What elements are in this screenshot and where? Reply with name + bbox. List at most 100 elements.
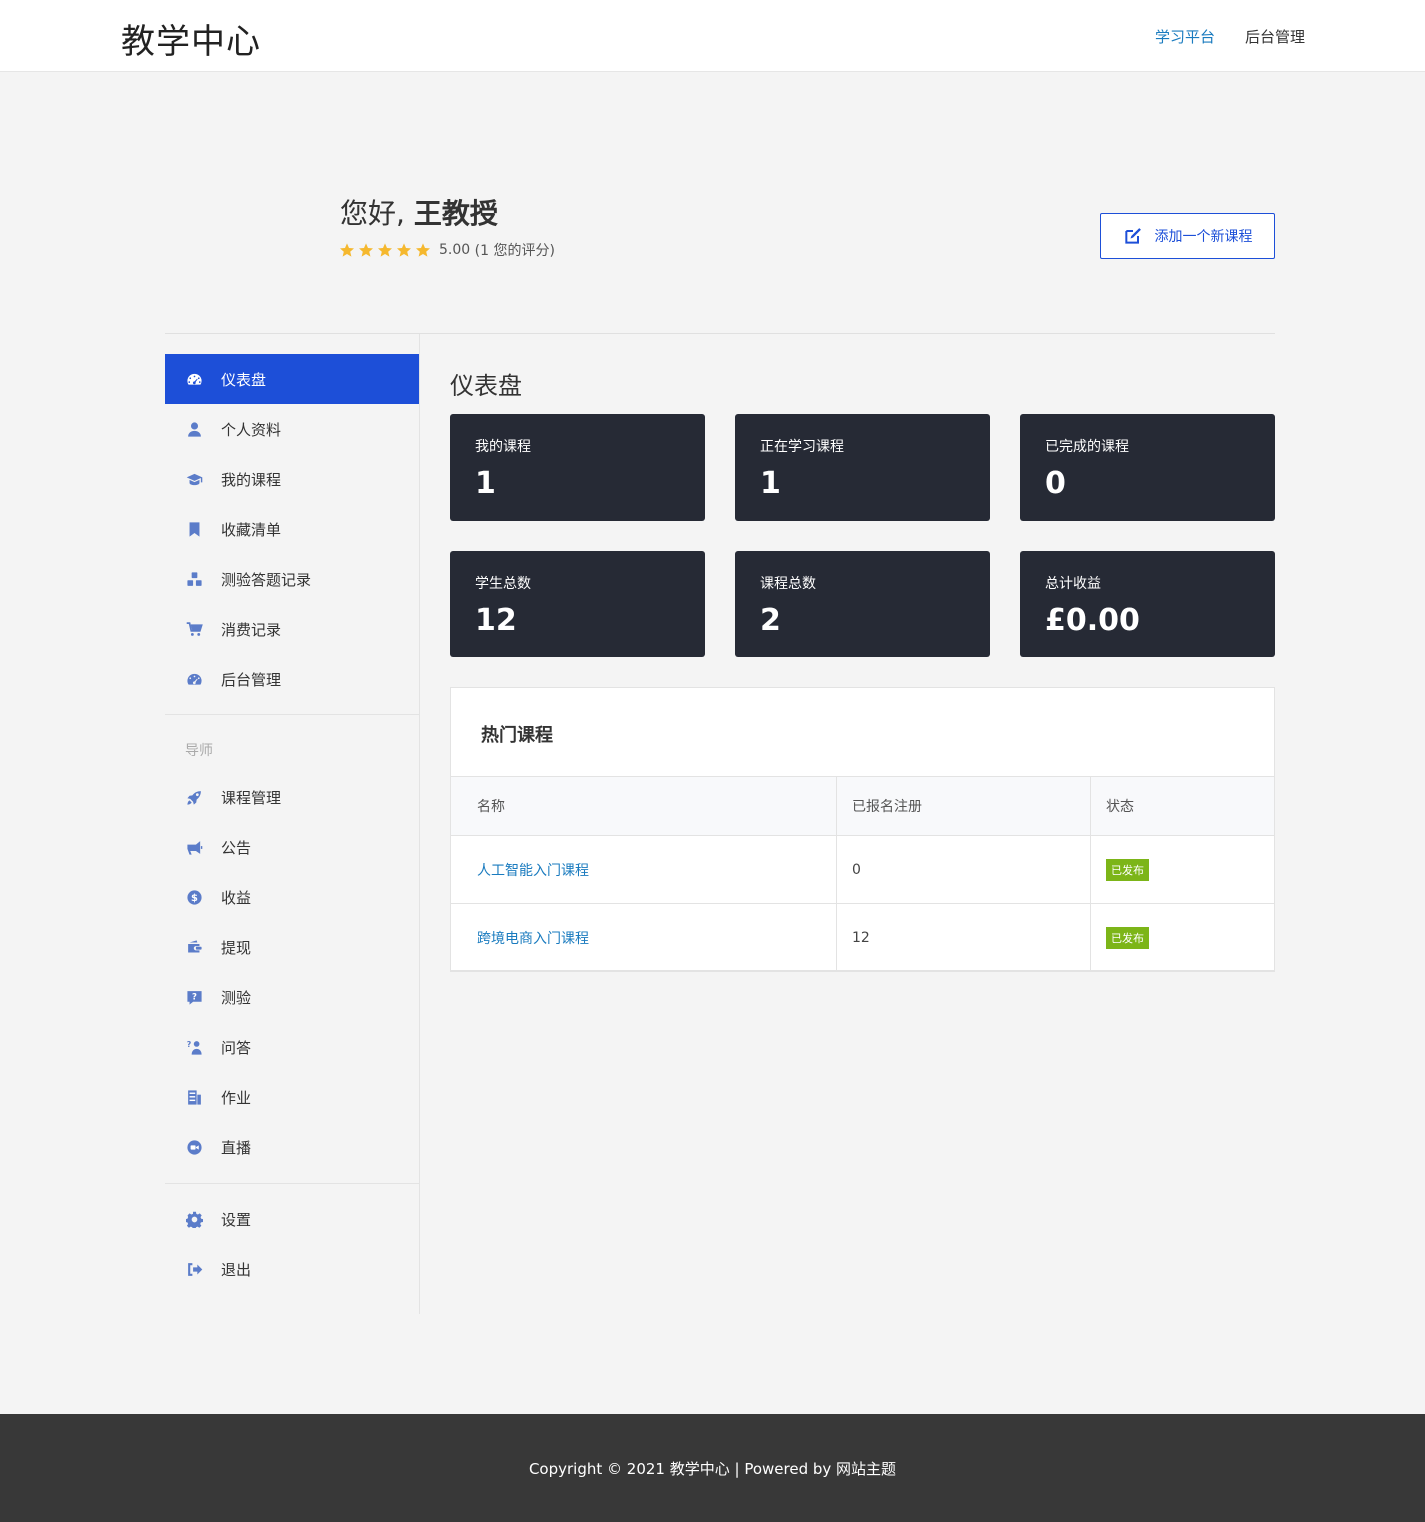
stat-card-earnings: 总计收益 £0.00 [1020, 551, 1275, 657]
course-link[interactable]: 人工智能入门课程 [477, 863, 589, 879]
stat-label: 我的课程 [475, 439, 531, 455]
add-course-button[interactable]: 添加一个新课程 [1100, 213, 1275, 259]
star-icon [416, 243, 430, 257]
course-name-cell: 人工智能入门课程 [450, 835, 837, 904]
sidebar-item-label: 我的课程 [221, 470, 282, 489]
sidebar-item-dashboard[interactable]: 仪表盘 [165, 354, 419, 404]
status-badge: 已发布 [1106, 926, 1149, 949]
status-cell: 已发布 [1090, 835, 1275, 904]
stat-label: 正在学习课程 [760, 439, 844, 455]
sidebar-item-settings[interactable]: 设置 [165, 1194, 419, 1244]
sidebar-item-label: 测验答题记录 [221, 570, 312, 589]
stat-value: 2 [760, 603, 781, 638]
stat-label: 学生总数 [475, 576, 531, 592]
sidebar-item-label: 仪表盘 [221, 370, 267, 389]
stat-label: 总计收益 [1045, 576, 1101, 592]
course-link[interactable]: 跨境电商入门课程 [477, 931, 589, 947]
sidebar-item-label: 作业 [221, 1088, 252, 1107]
user-name: 王教授 [413, 197, 498, 230]
add-course-label: 添加一个新课程 [1154, 229, 1253, 245]
sidebar-item-label: 直播 [221, 1138, 252, 1157]
wallet-icon [185, 938, 203, 956]
star-rating [339, 242, 431, 258]
sidebar-item-assignments[interactable]: 作业 [165, 1072, 419, 1122]
site-logo[interactable]: 教学中心 [121, 14, 261, 63]
sidebar-item-quiz[interactable]: ? 测验 [165, 972, 419, 1022]
sidebar-item-label: 个人资料 [221, 420, 282, 439]
cubes-icon [185, 570, 203, 588]
nav-admin[interactable]: 后台管理 [1245, 26, 1305, 47]
sidebar-item-purchases[interactable]: 消费记录 [165, 604, 419, 654]
svg-text:?: ? [186, 1039, 191, 1048]
stat-label: 课程总数 [760, 576, 816, 592]
panel-title: 热门课程 [481, 725, 553, 746]
stat-card-completed: 已完成的课程 0 [1020, 414, 1275, 521]
sidebar-item-qa[interactable]: ? 问答 [165, 1022, 419, 1072]
video-icon [185, 1138, 203, 1156]
popular-courses-table: 名称 已报名注册 状态 人工智能入门课程 0 已发布 跨境电商入门课程 12 已… [450, 776, 1275, 972]
stat-value: £0.00 [1045, 603, 1140, 638]
sidebar-item-wishlist[interactable]: 收藏清单 [165, 504, 419, 554]
user-icon [185, 420, 203, 438]
stat-card-my-courses: 我的课程 1 [450, 414, 705, 521]
sidebar-item-withdraw[interactable]: 提现 [165, 922, 419, 972]
dashboard-icon [185, 370, 203, 388]
star-icon [378, 243, 392, 257]
stat-value: 1 [760, 466, 781, 501]
sidebar-item-logout[interactable]: 退出 [165, 1244, 419, 1294]
stat-card-learning: 正在学习课程 1 [735, 414, 990, 521]
sidebar-item-announcements[interactable]: 公告 [165, 822, 419, 872]
status-cell: 已发布 [1090, 903, 1275, 972]
stat-value: 1 [475, 466, 496, 501]
sidebar-divider [165, 1183, 419, 1184]
sidebar-section-instructor: 导师 [185, 743, 213, 759]
nav-learning-platform[interactable]: 学习平台 [1155, 26, 1215, 47]
sidebar-item-earnings[interactable]: $ 收益 [165, 872, 419, 922]
dollar-icon: $ [185, 888, 203, 906]
bookmark-icon [185, 520, 203, 538]
sidebar-item-label: 公告 [221, 838, 252, 857]
sidebar: 仪表盘 个人资料 我的课程 收藏清单 测验答题记录 消费记录 后台管理 导师 课… [165, 334, 420, 1314]
enrolled-cell: 0 [836, 835, 1091, 904]
dashboard-icon [185, 670, 203, 688]
column-header-status: 状态 [1090, 776, 1275, 836]
footer: Copyright © 2021 教学中心 | Powered by 网站主题 [0, 1414, 1425, 1522]
qa-icon: ? [185, 1038, 203, 1056]
stat-value: 0 [1045, 466, 1066, 501]
status-badge: 已发布 [1106, 858, 1149, 881]
column-header-enrolled: 已报名注册 [836, 776, 1091, 836]
sidebar-item-admin[interactable]: 后台管理 [165, 654, 419, 704]
stat-card-students: 学生总数 12 [450, 551, 705, 657]
cart-icon [185, 620, 203, 638]
stat-card-courses-total: 课程总数 2 [735, 551, 990, 657]
sidebar-item-label: 后台管理 [221, 670, 282, 689]
assignment-icon [185, 1088, 203, 1106]
sidebar-item-profile[interactable]: 个人资料 [165, 404, 419, 454]
column-header-name: 名称 [450, 776, 837, 836]
sidebar-item-course-management[interactable]: 课程管理 [165, 772, 419, 822]
copyright-text: Copyright © 2021 教学中心 | Powered by 网站主题 [528, 1459, 897, 1478]
rating-count: (1 您的评分) [474, 243, 555, 259]
sidebar-item-my-courses[interactable]: 我的课程 [165, 454, 419, 504]
logout-icon [185, 1260, 203, 1278]
table-row: 人工智能入门课程 0 已发布 [450, 835, 1275, 904]
stat-label: 已完成的课程 [1045, 439, 1129, 455]
greeting-text: 您好, [340, 197, 405, 230]
stat-value: 12 [475, 603, 517, 638]
rating-value: 5.00 [439, 242, 471, 258]
sidebar-item-label: 收藏清单 [221, 520, 282, 539]
star-icon [397, 243, 411, 257]
sidebar-divider [165, 714, 419, 715]
rocket-icon [185, 788, 203, 806]
sidebar-item-label: 消费记录 [221, 620, 282, 639]
sidebar-item-label: 退出 [221, 1260, 252, 1279]
rating: 5.00 (1 您的评分) [339, 240, 555, 260]
sidebar-item-live[interactable]: 直播 [165, 1122, 419, 1172]
sidebar-item-label: 收益 [221, 888, 252, 907]
sidebar-item-quiz-attempts[interactable]: 测验答题记录 [165, 554, 419, 604]
course-name-cell: 跨境电商入门课程 [450, 903, 837, 972]
page-title: 仪表盘 [450, 372, 522, 400]
greeting: 您好, 王教授 [340, 192, 498, 232]
megaphone-icon [185, 838, 203, 856]
star-icon [340, 243, 354, 257]
